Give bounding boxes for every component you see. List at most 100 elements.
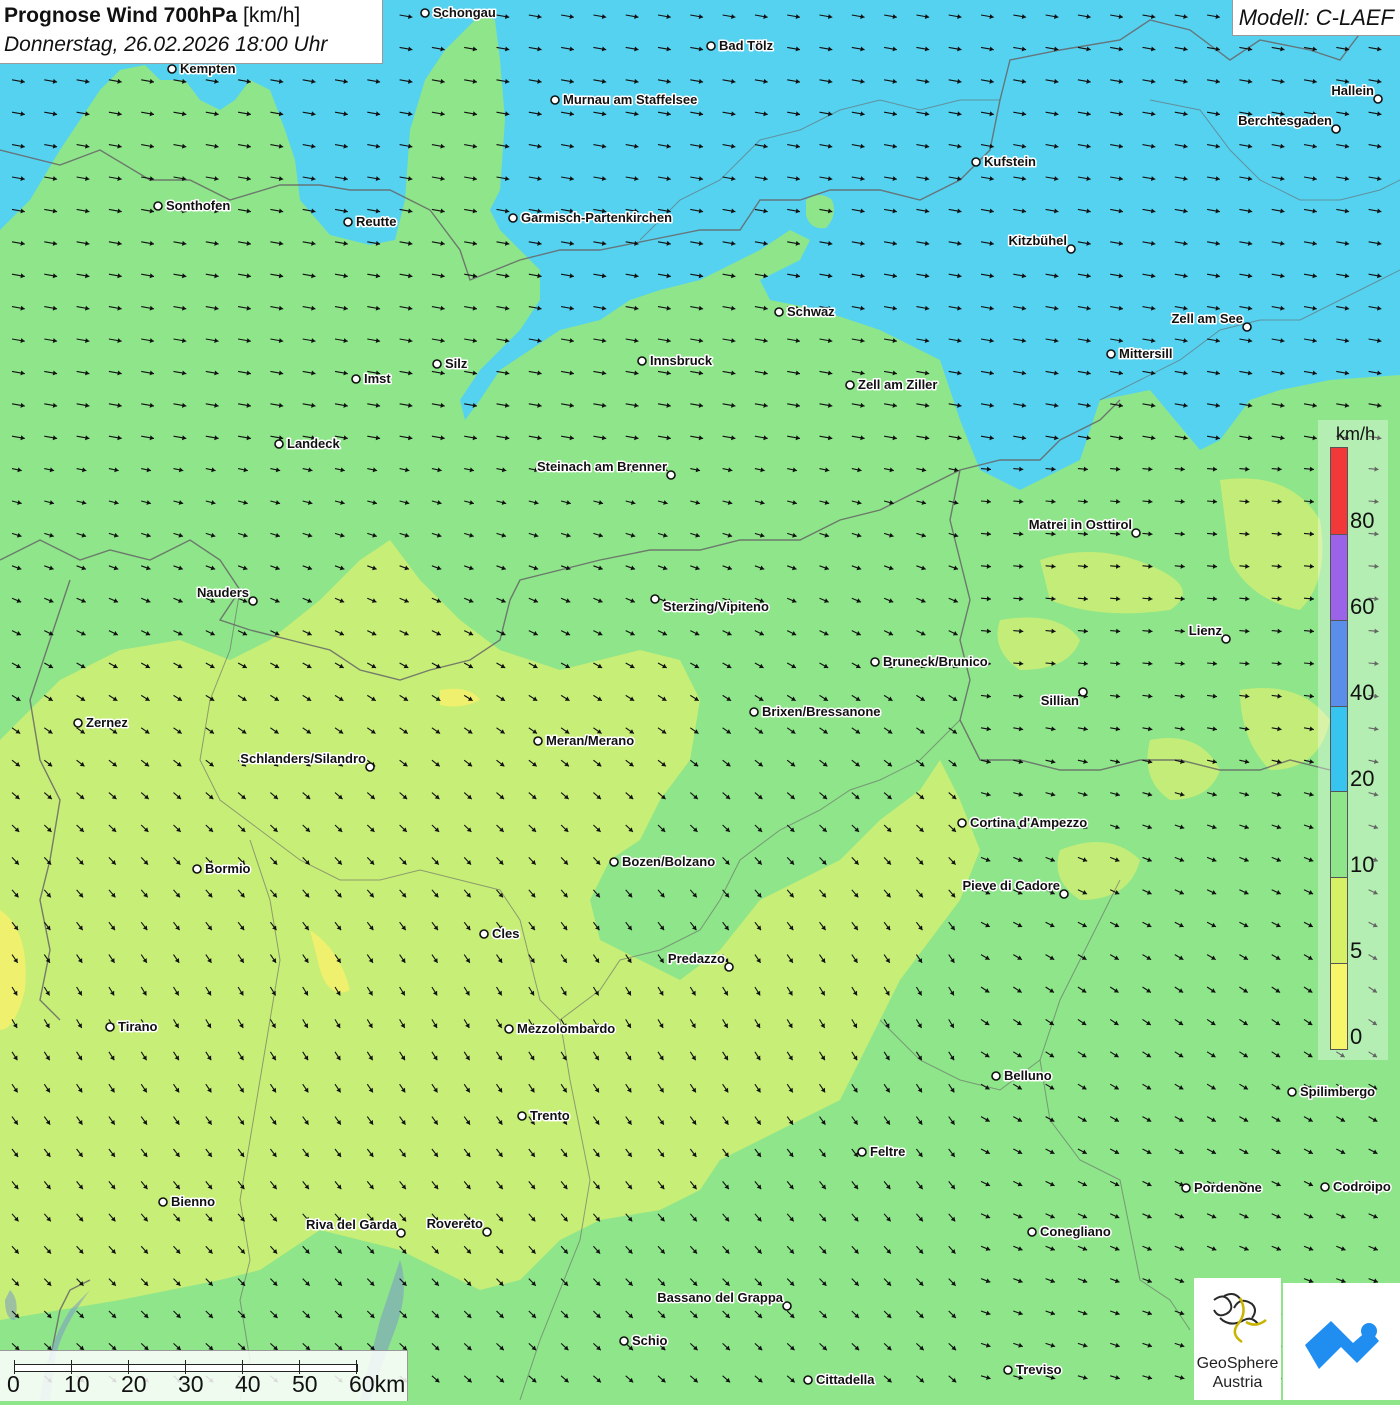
city-dot [517,1111,527,1121]
city-label: Kitzbühel [1009,233,1068,248]
city-dot [482,1227,492,1237]
city-schongau: Schongau [420,4,497,22]
city-label: Pieve di Cadore [962,878,1060,893]
city-label: Bozen/Bolzano [622,854,715,869]
legend-segment [1331,619,1347,707]
city-dot [396,1228,406,1238]
geosphere-logo-icon [1213,1293,1267,1344]
city-dot [609,857,619,867]
city-dot [105,1022,115,1032]
scale-tick [185,1360,186,1374]
legend-segment [1331,533,1347,621]
city-dot [749,707,759,717]
city-dot [153,201,163,211]
city-dot [1066,244,1076,254]
city-dot [991,1071,1001,1081]
city-label: Rovereto [427,1216,483,1231]
city-dot [432,359,442,369]
legend-segment [1331,448,1347,535]
scale-tick-label: 50 [292,1371,318,1397]
city-label: Belluno [1004,1068,1052,1083]
scale-tick-label: 40 [235,1371,261,1397]
city-label: Pordenone [1194,1180,1262,1195]
legend-segment [1331,963,1347,1049]
city-garmisch-partenkirchen: Garmisch-Partenkirchen [508,209,674,227]
weather-app-logo[interactable] [1283,1283,1400,1400]
scale-tick [242,1360,243,1374]
scale-tick [128,1360,129,1374]
city-dot [192,864,202,874]
city-dot [420,8,430,18]
city-dot [782,1301,792,1311]
city-label: Nauders [197,585,249,600]
city-pordenone: Pordenone [1181,1179,1263,1197]
city-dot [857,1147,867,1157]
wind-map[interactable]: SchongauBad TölzKemptenMurnau am Staffel… [0,0,1400,1400]
city-label: Schio [632,1333,667,1348]
city-label: Codroipo [1333,1179,1391,1194]
city-dot [158,1197,168,1207]
city-label: Bad Tölz [719,38,774,53]
city-innsbruck: Innsbruck [637,352,714,370]
city-spilimbergo: Spilimbergo [1287,1083,1377,1101]
city-dot [650,594,660,604]
city-dot [666,470,676,480]
city-bozen-bolzano: Bozen/Bolzano [609,853,717,871]
scale-tick-label: 10 [64,1371,90,1397]
city-label: Hallein [1331,83,1374,98]
city-label: Silz [445,356,468,371]
city-label: Mezzolombardo [517,1021,615,1036]
city-dot [803,1375,813,1385]
city-label: Sillian [1041,693,1079,708]
scale-tick [299,1360,300,1374]
city-label: Spilimbergo [1300,1084,1375,1099]
city-dot [724,962,734,972]
geosphere-logo-text: GeoSphere [1196,1355,1279,1372]
city-label: Sterzing/Vipiteno [663,599,769,614]
city-dot [533,736,543,746]
legend-tick-label: 20 [1350,766,1375,791]
map-title-box: Prognose Wind 700hPa [km/h] Donnerstag, … [0,0,383,64]
scale-tick-label: 60km [349,1371,406,1397]
legend-segment [1331,791,1347,879]
city-label: Riva del Garda [306,1217,398,1232]
city-label: Trento [530,1108,570,1123]
city-dot [550,95,560,105]
city-label: Brixen/Bressanone [762,704,881,719]
city-label: Feltre [870,1144,905,1159]
city-dot [1059,889,1069,899]
legend-tick-label: 40 [1350,680,1375,705]
city-dot [504,1024,514,1034]
legend-tick-label: 80 [1350,508,1375,533]
map-title: Prognose Wind 700hPa [km/h] [4,4,300,28]
city-dot [167,64,177,74]
geosphere-logo: GeoSphere Austria [1194,1278,1281,1400]
legend-tick-label: 60 [1350,594,1375,619]
city-dot [1181,1183,1191,1193]
city-dot [248,596,258,606]
city-cortina-d-ampezzo: Cortina d'Ampezzo [957,814,1089,832]
legend-tick-label: 10 [1350,852,1375,877]
city-label: Predazzo [668,951,725,966]
city-label: Zernez [86,715,128,730]
city-murnau-am-staffelsee: Murnau am Staffelsee [550,91,699,109]
model-label-box: Modell: C-LAEF [1231,0,1400,36]
city-dot [1078,687,1088,697]
city-dot [706,41,716,51]
city-dot [870,657,880,667]
app-logo-icon [1305,1321,1379,1369]
city-label: Garmisch-Partenkirchen [521,210,672,225]
city-sonthofen: Sonthofen [153,197,232,215]
city-label: Innsbruck [650,353,713,368]
city-dot [1320,1182,1330,1192]
city-label: Landeck [287,436,341,451]
city-dot [1242,322,1252,332]
city-label: Matrei in Osttirol [1029,517,1132,532]
city-label: Bruneck/Brunico [883,654,988,669]
city-label: Cles [492,926,519,941]
city-dot [73,718,83,728]
scale-bar: 0 10 20 30 40 50 60km [0,1350,408,1401]
city-label: Cortina d'Ampezzo [970,815,1087,830]
city-label: Sonthofen [166,198,230,213]
scale-tick-label: 0 [7,1371,20,1397]
